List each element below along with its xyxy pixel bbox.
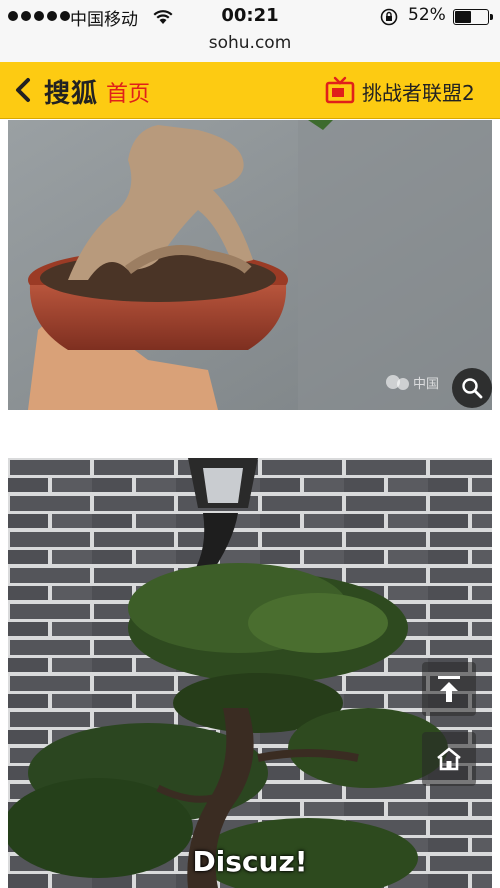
- site-header: 搜狐 首页 挑战者联盟2: [0, 62, 500, 119]
- orientation-lock-icon: [380, 8, 398, 26]
- status-bar: 中国移动 00:21 52%: [0, 0, 500, 32]
- battery-level: [455, 11, 472, 23]
- url-bar[interactable]: sohu.com: [0, 32, 500, 62]
- home-icon: [437, 747, 461, 771]
- battery-icon: [453, 9, 493, 25]
- zoom-button[interactable]: [452, 368, 492, 408]
- magnifier-icon: [462, 378, 483, 399]
- home-link[interactable]: 首页: [106, 76, 150, 108]
- sohu-logo[interactable]: 搜狐: [44, 73, 98, 110]
- back-to-top-button[interactable]: [422, 662, 476, 716]
- home-button[interactable]: [422, 732, 476, 786]
- tv-icon[interactable]: [325, 76, 355, 104]
- article-content: 中国: [0, 120, 500, 888]
- image-watermark: 中国: [413, 377, 440, 392]
- pine-bonsai-photo[interactable]: [8, 458, 492, 888]
- bonsai-pot-photo[interactable]: 中国: [8, 120, 492, 410]
- back-to-top-icon: [438, 676, 460, 702]
- forum-watermark: Discuz!: [192, 845, 308, 878]
- back-arrow-icon[interactable]: [10, 74, 38, 106]
- battery-percent: 52%: [408, 5, 446, 25]
- channel-link[interactable]: 挑战者联盟2: [362, 77, 475, 106]
- url-domain: sohu.com: [208, 33, 292, 53]
